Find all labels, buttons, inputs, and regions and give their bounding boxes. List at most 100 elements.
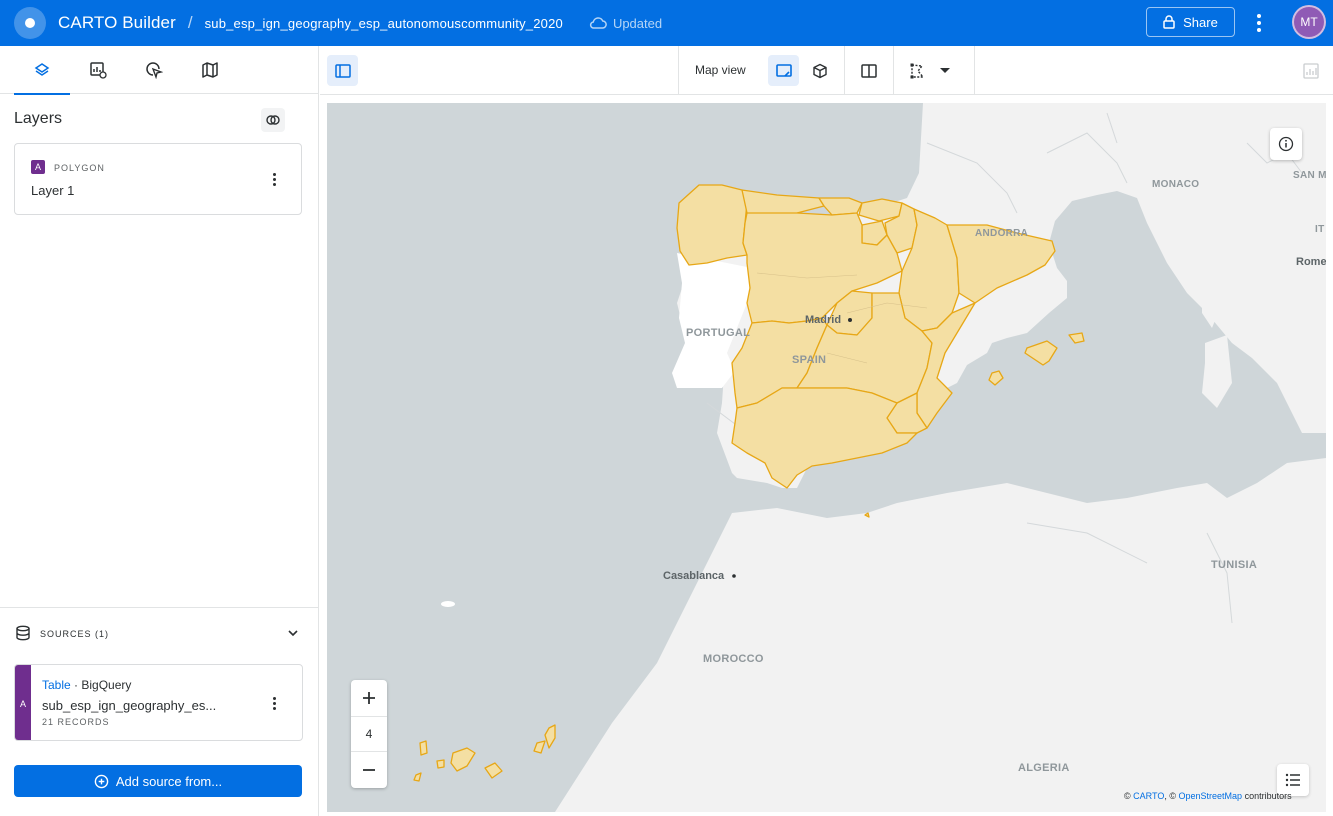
region-canary-5 <box>419 740 428 756</box>
chevron-down-icon[interactable] <box>286 626 300 640</box>
list-icon <box>1285 773 1300 787</box>
chart-toggle-button[interactable] <box>1295 55 1326 86</box>
tab-widgets[interactable] <box>70 46 126 94</box>
layers-title: Layers <box>14 110 63 127</box>
map-toolbar: Map view <box>320 46 1333 95</box>
toolbar-divider <box>974 46 975 94</box>
layer-badge: A <box>31 160 45 174</box>
source-connector: BigQuery <box>81 678 132 692</box>
layers-icon <box>34 63 50 76</box>
label-monaco: MONACO <box>1152 179 1200 190</box>
region-canary-4 <box>450 747 476 772</box>
label-italy: IT <box>1315 224 1325 235</box>
source-card[interactable]: A Table · BigQuery sub_esp_ign_geography… <box>14 664 303 741</box>
more-options-icon[interactable] <box>1249 11 1269 35</box>
map-view-label: Map view <box>695 63 746 77</box>
save-status: Updated <box>589 16 662 31</box>
label-algeria: ALGERIA <box>1018 762 1070 774</box>
zoom-control: 4 <box>351 680 387 788</box>
label-rome: Rome <box>1296 256 1326 268</box>
region-canary-1 <box>544 724 556 749</box>
draw-tool-button[interactable] <box>902 55 933 86</box>
map-info-button[interactable] <box>1270 128 1302 160</box>
source-records: 21 RECORDS <box>42 717 110 727</box>
add-source-button[interactable]: Add source from... <box>14 765 302 797</box>
plus-icon <box>363 692 375 704</box>
cube-icon <box>812 63 827 78</box>
label-madrid: Madrid <box>805 314 842 326</box>
layer-options-icon[interactable] <box>266 169 282 189</box>
status-label: Updated <box>612 15 663 31</box>
tab-interactions[interactable] <box>126 46 182 94</box>
left-panel: Layers A POLYGON Layer 1 SOURCES (1) A T… <box>0 46 319 816</box>
chart-icon <box>1302 62 1319 79</box>
label-andorra: ANDORRA <box>975 228 1029 239</box>
sources-label: SOURCES (1) <box>40 629 110 639</box>
casablanca-dot <box>732 574 736 578</box>
region-balearic-3 <box>988 370 1004 386</box>
region-galicia <box>676 184 748 266</box>
region-canary-7 <box>413 772 422 782</box>
avatar[interactable]: MT <box>1292 5 1326 39</box>
panel-tabs <box>0 46 318 95</box>
label-tunisia: TUNISIA <box>1211 559 1258 571</box>
label-casablanca: Casablanca <box>663 570 725 582</box>
layer-name: Layer 1 <box>31 183 75 198</box>
region-asturias <box>741 189 825 217</box>
draw-tool-dropdown[interactable] <box>935 55 955 86</box>
3d-view-button[interactable] <box>804 55 835 86</box>
map-attribution: © CARTO, © OpenStreetMap contributors <box>1124 791 1292 801</box>
source-type: Table · BigQuery <box>42 678 132 692</box>
label-morocco: MOROCCO <box>703 653 764 665</box>
tab-basemaps[interactable] <box>182 46 238 94</box>
link-layers-button[interactable] <box>261 108 285 132</box>
toggle-panel-button[interactable] <box>327 55 358 86</box>
attrib-mid: , © <box>1164 791 1176 801</box>
basemap <box>413 103 1326 812</box>
cloud-icon <box>589 17 607 29</box>
add-source-label: Add source from... <box>115 773 223 789</box>
info-icon <box>1278 136 1294 152</box>
carto-logo[interactable] <box>14 7 46 39</box>
zoom-out-button[interactable] <box>351 752 387 788</box>
link-icon <box>266 115 280 125</box>
region-canary-6 <box>436 759 445 769</box>
attrib-prefix: © <box>1124 791 1131 801</box>
region-cantabria <box>818 197 863 216</box>
app-title: CARTO Builder <box>58 13 176 32</box>
widgets-icon <box>90 62 107 79</box>
sources-bar[interactable]: SOURCES (1) <box>0 607 318 657</box>
share-button[interactable]: Share <box>1146 7 1235 37</box>
breadcrumb-separator: / <box>187 13 193 32</box>
region-balearic-1 <box>1024 340 1058 366</box>
source-name: sub_esp_ign_geography_es... <box>42 698 217 713</box>
caret-down-icon <box>940 67 950 73</box>
2d-view-button[interactable] <box>768 55 799 86</box>
zoom-in-button[interactable] <box>351 680 387 716</box>
zoom-level: 4 <box>351 716 387 752</box>
source-options-icon[interactable] <box>266 693 282 713</box>
sidebar-icon <box>334 63 351 78</box>
toolbar-divider <box>893 46 894 94</box>
source-badge: A <box>15 665 31 740</box>
africa-land <box>555 458 1326 812</box>
region-balearic-2 <box>1068 332 1085 344</box>
label-portugal: PORTUGAL <box>686 327 751 339</box>
draw-polygon-icon <box>910 63 924 78</box>
island-small <box>441 601 455 607</box>
lock-icon <box>1163 15 1175 29</box>
split-view-icon <box>860 63 877 78</box>
split-view-button[interactable] <box>853 55 884 86</box>
sardinia <box>1202 335 1232 408</box>
database-icon <box>16 625 30 641</box>
top-bar: CARTO Builder / sub_esp_ign_geography_es… <box>0 0 1333 46</box>
map-canvas[interactable]: PORTUGAL SPAIN Madrid ANDORRA MONACO SAN… <box>327 103 1326 812</box>
map-name[interactable]: sub_esp_ign_geography_esp_autonomouscomm… <box>205 16 563 31</box>
madrid-dot <box>848 318 852 322</box>
label-spain: SPAIN <box>792 354 827 366</box>
carto-link[interactable]: CARTO <box>1133 791 1164 801</box>
layer-card[interactable]: A POLYGON Layer 1 <box>14 143 302 215</box>
attrib-suffix: contributors <box>1244 791 1292 801</box>
tab-layers[interactable] <box>14 46 70 95</box>
osm-link[interactable]: OpenStreetMap <box>1179 791 1243 801</box>
